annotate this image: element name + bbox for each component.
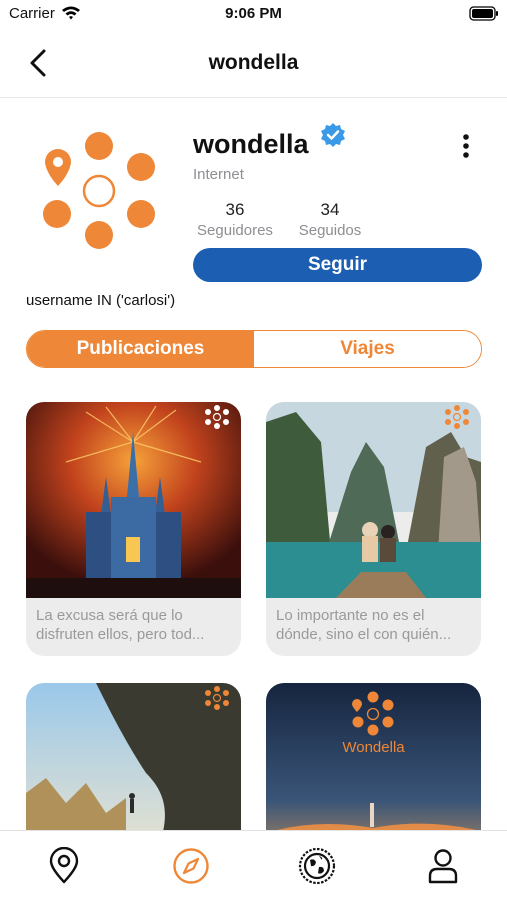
followers-count: 36 — [225, 200, 245, 219]
card-logo-icon — [203, 686, 231, 710]
globe-icon — [298, 847, 336, 885]
person-icon — [428, 849, 458, 884]
post-caption: Lo importante no es el dónde, sino el co… — [266, 598, 481, 656]
tab-profile[interactable] — [425, 847, 461, 885]
post-image-wondella-promo: Wondella — [266, 683, 481, 830]
compass-icon — [173, 848, 209, 884]
caption-line: disfruten ellos, pero tod... — [36, 626, 205, 643]
tab-publicaciones[interactable]: Publicaciones — [27, 331, 254, 367]
bottom-tab-bar — [0, 830, 507, 900]
card-logo-icon — [443, 405, 471, 429]
caption-line: La excusa será que lo — [36, 607, 183, 624]
avatar — [40, 128, 160, 252]
tab-map[interactable] — [46, 846, 82, 885]
followers-label: Seguidores — [197, 222, 273, 239]
post-image-castle-fireworks — [26, 402, 241, 598]
page-title: wondella — [208, 51, 299, 74]
post-image-cave-sunlight — [26, 683, 241, 830]
post-card[interactable]: La excusa será que lo disfruten ellos, p… — [26, 402, 241, 656]
more-vertical-icon — [463, 134, 469, 158]
content-tabs: Publicaciones Viajes — [26, 330, 482, 368]
post-card[interactable]: Lo importante no es el dónde, sino el co… — [266, 402, 481, 656]
tab-world[interactable] — [298, 847, 336, 885]
status-time: 9:06 PM — [225, 5, 282, 22]
followers-stat[interactable]: 36 Seguidores — [193, 200, 277, 239]
tab-viajes[interactable]: Viajes — [254, 331, 481, 367]
status-bar: Carrier 9:06 PM — [0, 0, 507, 30]
post-card[interactable]: Wondella — [266, 683, 481, 830]
following-label: Seguidos — [298, 222, 362, 239]
tab-explore[interactable] — [172, 847, 209, 885]
profile-name: wondella — [193, 129, 309, 159]
following-stat[interactable]: 34 Seguidos — [294, 200, 366, 239]
username-filter-text: username IN ('carlosi') — [26, 292, 176, 309]
promo-overlay-text: Wondella — [342, 739, 405, 756]
following-count: 34 — [320, 200, 340, 219]
caption-line: dónde, sino el con quién... — [276, 626, 452, 643]
battery-icon — [469, 6, 499, 25]
follow-button[interactable]: Seguir — [193, 248, 482, 282]
verified-badge-icon — [320, 122, 346, 153]
location-pin-icon — [49, 846, 79, 884]
caption-line: Lo importante no es el — [276, 607, 425, 624]
post-card[interactable] — [26, 683, 241, 830]
more-options-button[interactable] — [455, 130, 477, 164]
card-logo-icon — [203, 405, 231, 429]
profile-category: Internet — [193, 166, 244, 183]
navigation-bar: wondella — [0, 30, 507, 98]
wondella-logo-icon — [43, 132, 155, 249]
post-caption: La excusa será que lo disfruten ellos, p… — [26, 598, 241, 656]
post-image-boat-cliffs — [266, 402, 481, 598]
